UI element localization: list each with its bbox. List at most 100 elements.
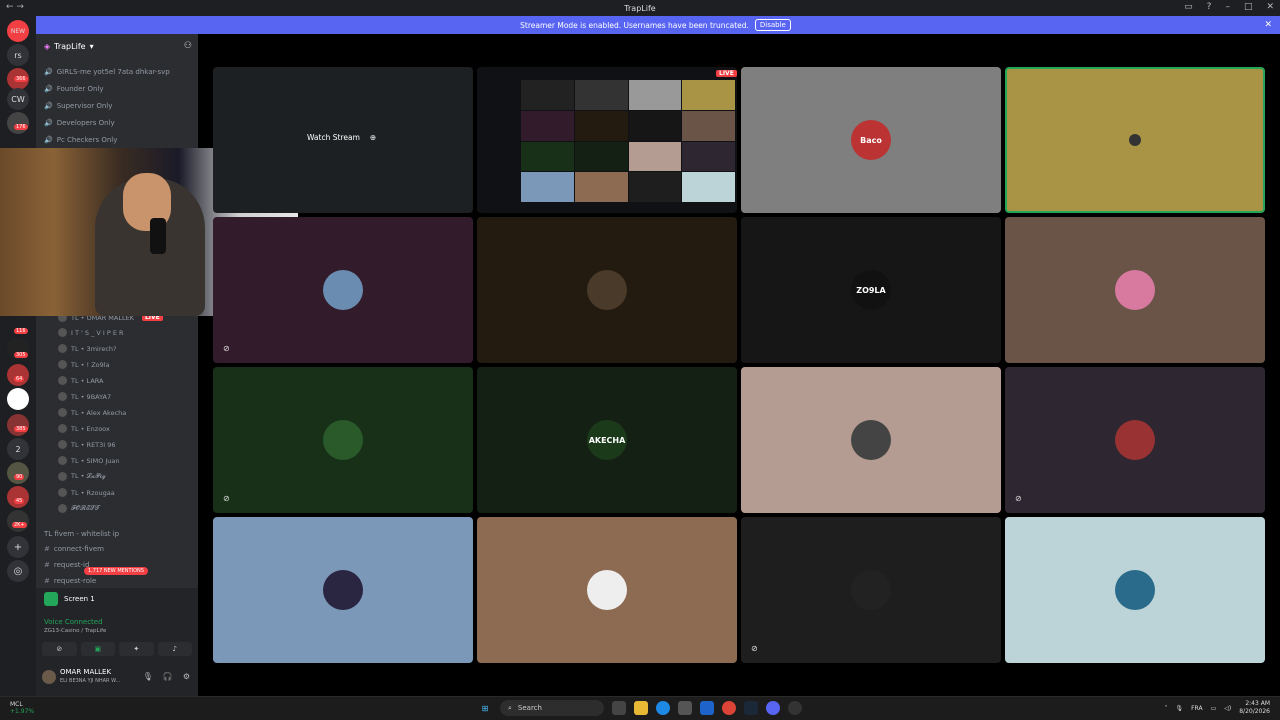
- add-member-icon[interactable]: ⚇: [184, 41, 192, 51]
- camera-off-button[interactable]: ⊘: [42, 642, 77, 656]
- voice-user[interactable]: TL • LARA: [58, 376, 103, 385]
- voice-user[interactable]: TL • ! Zo9la: [58, 360, 110, 369]
- maximize-button[interactable]: □: [1244, 2, 1253, 12]
- system-tray: ˄ 🎙 FRA ▭ ◁) 2:43 AM 8/20/2026: [1164, 700, 1270, 716]
- soundboard-button[interactable]: ♪: [157, 642, 192, 656]
- participant-tile[interactable]: [1005, 67, 1265, 213]
- headphones-icon[interactable]: 🎧: [163, 672, 173, 681]
- participant-tile[interactable]: Baco: [741, 67, 1001, 213]
- share-screen-button[interactable]: ▣: [80, 642, 115, 656]
- participant-tile[interactable]: ⊘: [213, 217, 473, 363]
- close-banner-icon[interactable]: ✕: [1264, 20, 1272, 30]
- chrome-icon[interactable]: [722, 701, 736, 715]
- participant-tile[interactable]: ⊘: [213, 367, 473, 513]
- voice-connected-status[interactable]: Voice Connected: [44, 618, 103, 626]
- chevron-up-icon[interactable]: ˄: [1164, 705, 1167, 712]
- server-icon[interactable]: [7, 462, 29, 484]
- voice-user[interactable]: TL • Enzoox: [58, 424, 110, 433]
- server-badge: 2K+: [12, 522, 27, 528]
- voice-user[interactable]: TL • Alex Akecha: [58, 408, 126, 417]
- category-header[interactable]: TL fivem - whitelist ip: [44, 530, 119, 538]
- channel-item[interactable]: 🔊 GIRLS-me yot5el 7ata dhkar-svp: [44, 68, 170, 76]
- participant-tile[interactable]: ⊘: [741, 517, 1001, 663]
- server-icon[interactable]: [7, 510, 29, 532]
- participant-tile[interactable]: [1005, 217, 1265, 363]
- network-icon[interactable]: ▭: [1211, 705, 1217, 712]
- voice-user[interactable]: TL • 𝓛𝓪𝓟𝓲𝓰: [58, 472, 106, 481]
- participant-tile[interactable]: AKECHA: [477, 367, 737, 513]
- server-badge: 366: [14, 76, 28, 82]
- server-cw[interactable]: CW: [7, 88, 29, 110]
- channel-item[interactable]: 🔊 Supervisor Only: [44, 102, 112, 110]
- channel-item[interactable]: # connect-fivem: [44, 545, 104, 553]
- participant-tile[interactable]: [213, 517, 473, 663]
- steam-icon[interactable]: [744, 701, 758, 715]
- channel-item[interactable]: 🔊 Founder Only: [44, 85, 104, 93]
- server-icon[interactable]: [7, 486, 29, 508]
- channel-item[interactable]: 🔊 Pc Checkers Only: [44, 136, 117, 144]
- participant-tile[interactable]: [477, 217, 737, 363]
- watch-stream-button[interactable]: Watch Stream: [307, 133, 360, 142]
- language-indicator[interactable]: FRA: [1191, 705, 1202, 712]
- voice-user[interactable]: I T ' S _ V I P E R: [58, 328, 124, 337]
- window-titlebar: ← → TrapLife ▭ ? – □ ✕: [0, 0, 1280, 16]
- taskbar-search[interactable]: ⌕ Search: [500, 700, 604, 716]
- channel-item[interactable]: # request-role: [44, 577, 96, 585]
- server-icon[interactable]: [7, 414, 29, 436]
- edge-icon[interactable]: [656, 701, 670, 715]
- guild-icon: ◈: [44, 41, 51, 51]
- screen-share-icon: [44, 592, 58, 606]
- app-icon[interactable]: [788, 701, 802, 715]
- voice-user[interactable]: TL • Rzougaa: [58, 488, 115, 497]
- watch-stream-overlay[interactable]: Watch Stream ⊕: [307, 133, 376, 142]
- voice-user[interactable]: TL • 3mirech?: [58, 344, 117, 353]
- discord-icon[interactable]: [766, 701, 780, 715]
- guild-header[interactable]: ◈ TrapLife ▾ ⚇: [36, 34, 198, 58]
- avatar: Baco: [851, 120, 891, 160]
- screen-share-row[interactable]: Screen 1: [44, 592, 95, 606]
- close-window-button[interactable]: ✕: [1266, 2, 1274, 12]
- participant-tile[interactable]: ⊘: [1005, 367, 1265, 513]
- disable-streamer-mode-button[interactable]: Disable: [754, 19, 791, 31]
- mic-icon[interactable]: 🎙: [1175, 705, 1183, 712]
- help-icon[interactable]: ?: [1207, 2, 1212, 12]
- app-icon[interactable]: [700, 701, 714, 715]
- server-rs[interactable]: rs: [7, 44, 29, 66]
- deafened-icon: ⊘: [1015, 494, 1022, 503]
- gear-icon[interactable]: ⚙: [183, 672, 190, 681]
- hash-icon: #: [44, 545, 50, 553]
- voice-user[interactable]: 𝓕𝓞𝓡𝓔𝓢𝓣: [58, 504, 100, 513]
- server-badge: 176: [14, 124, 28, 130]
- activity-button[interactable]: ✦: [119, 642, 154, 656]
- back-arrow-icon[interactable]: ← →: [6, 2, 24, 12]
- file-explorer-icon[interactable]: [634, 701, 648, 715]
- channel-item[interactable]: # request-id: [44, 561, 89, 569]
- minimize-button[interactable]: –: [1225, 2, 1230, 12]
- voice-user[interactable]: TL • RET3I 96: [58, 440, 116, 449]
- server-icon[interactable]: [7, 112, 29, 134]
- inbox-icon[interactable]: ▭: [1184, 2, 1193, 12]
- add-server-icon[interactable]: +: [7, 536, 29, 558]
- popout-icon[interactable]: ⊕: [370, 133, 376, 142]
- server-2[interactable]: 2: [7, 438, 29, 460]
- discover-icon[interactable]: ◎: [7, 560, 29, 582]
- voice-user[interactable]: TL • 9BAYA7: [58, 392, 111, 401]
- weather-widget[interactable]: MCL +1.97%: [10, 701, 34, 715]
- mic-icon[interactable]: 🎙: [143, 672, 153, 681]
- new-mentions-pill[interactable]: 1,717 NEW MENTIONS: [84, 567, 148, 575]
- clock[interactable]: 2:43 AM 8/20/2026: [1239, 700, 1270, 716]
- server-new[interactable]: NEW: [7, 20, 29, 42]
- participant-tile[interactable]: [477, 517, 737, 663]
- channel-item[interactable]: 🔊 Developers Only: [44, 119, 115, 127]
- task-view-icon[interactable]: [612, 701, 626, 715]
- windows-start-icon[interactable]: ⊞: [478, 701, 492, 715]
- voice-user[interactable]: TL • SIMO Juan: [58, 456, 120, 465]
- server-icon[interactable]: [7, 388, 29, 410]
- server-icon[interactable]: [7, 364, 29, 386]
- avatar[interactable]: [42, 670, 56, 684]
- store-icon[interactable]: [678, 701, 692, 715]
- participant-tile[interactable]: [741, 367, 1001, 513]
- participant-tile[interactable]: [1005, 517, 1265, 663]
- participant-tile[interactable]: ZO9LA: [741, 217, 1001, 363]
- volume-icon[interactable]: ◁): [1224, 705, 1231, 712]
